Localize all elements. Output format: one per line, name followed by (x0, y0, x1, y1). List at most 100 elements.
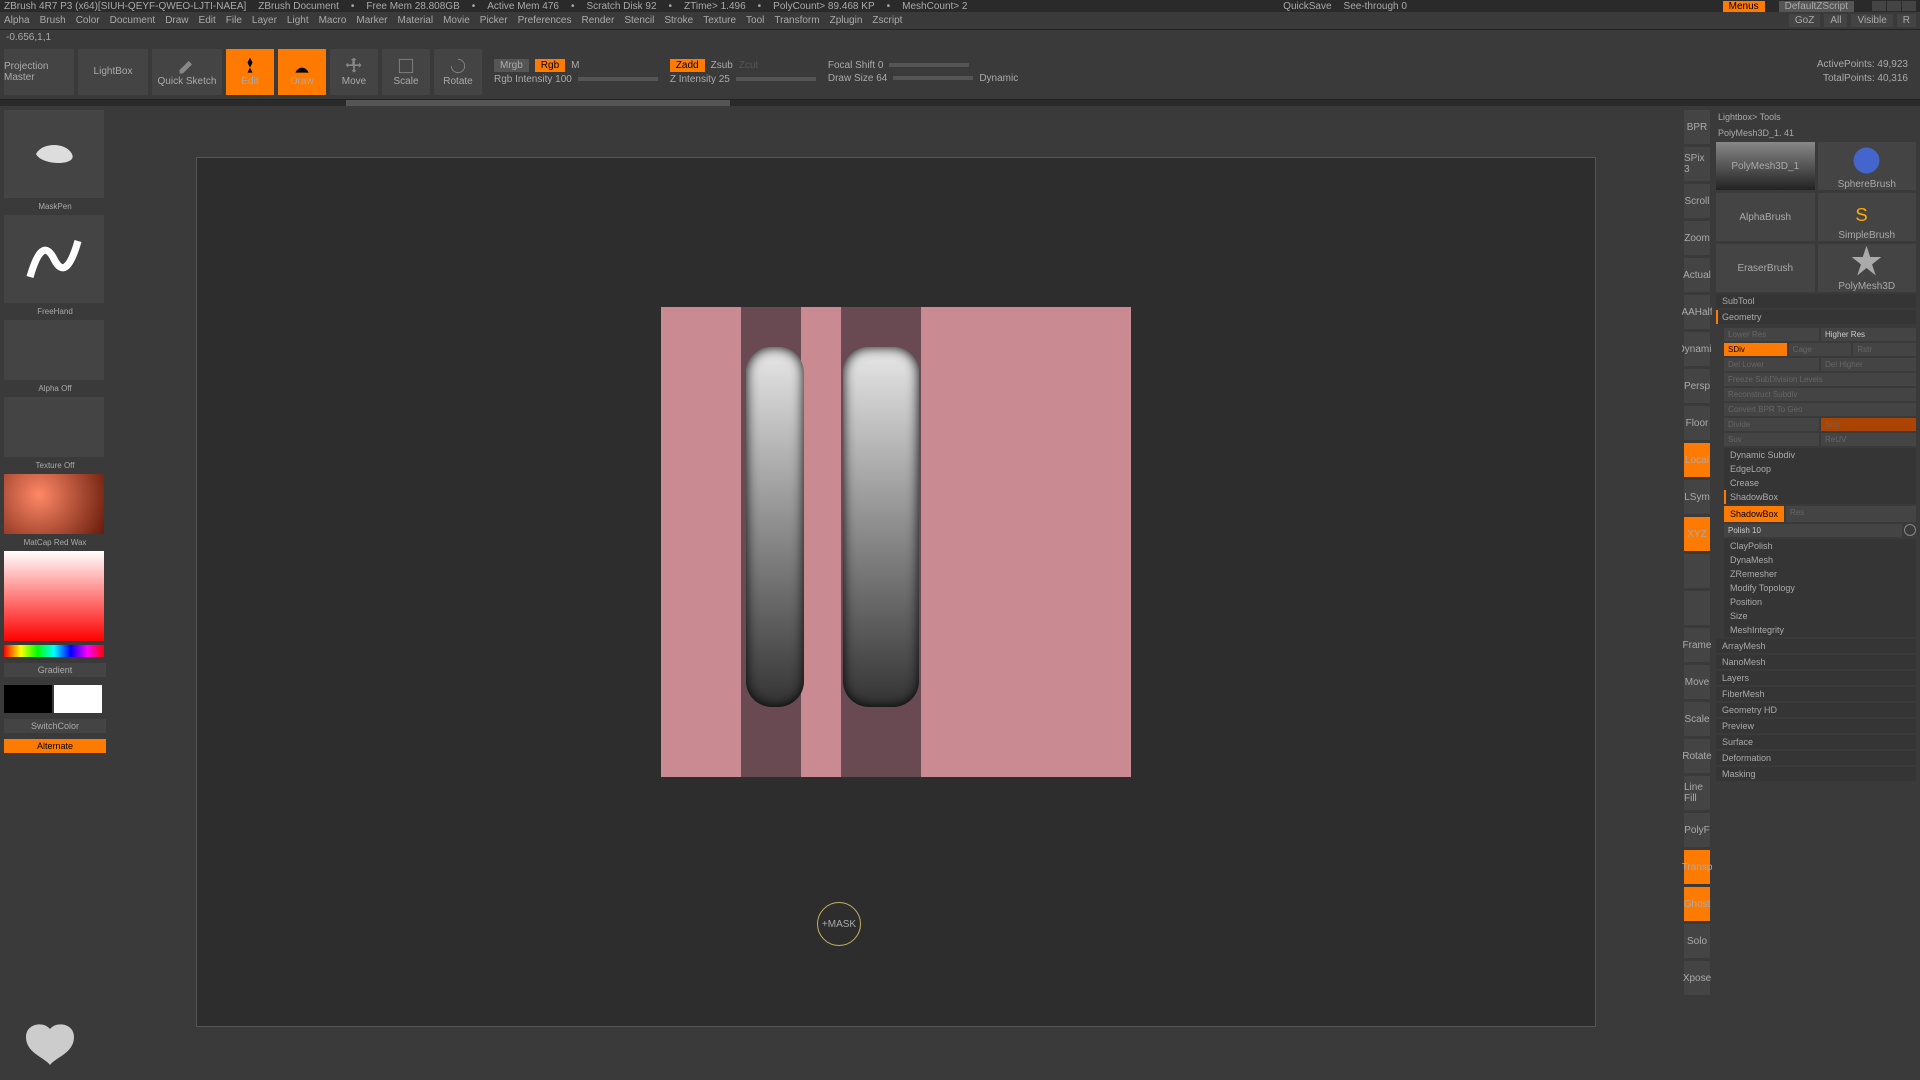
viewport[interactable]: +MASK (196, 157, 1596, 1027)
z-intensity-track[interactable] (736, 77, 816, 81)
transp-button[interactable]: Transp (1684, 850, 1710, 884)
zcut-button[interactable]: Zcut (739, 60, 758, 71)
goz-button[interactable]: GoZ (1789, 14, 1820, 27)
shadowbox-section[interactable]: ShadowBox (1724, 490, 1916, 504)
cage-button[interactable]: Cage (1789, 343, 1852, 356)
lightbox-tools-header[interactable]: Lightbox> Tools (1716, 110, 1916, 124)
dynamesh-section[interactable]: DynaMesh (1724, 553, 1916, 567)
menus-button[interactable]: Menus (1723, 1, 1765, 12)
focal-shift-slider[interactable]: Focal Shift 0 (828, 60, 884, 71)
color-picker[interactable] (4, 551, 104, 641)
modify-topology-section[interactable]: Modify Topology (1724, 581, 1916, 595)
projection-master-button[interactable]: Projection Master (4, 49, 74, 95)
surface-section[interactable]: Surface (1716, 735, 1916, 749)
menu-movie[interactable]: Movie (443, 15, 470, 26)
meshintegrity-section[interactable]: MeshIntegrity (1724, 623, 1916, 637)
bpr-button[interactable]: BPR (1684, 110, 1710, 144)
suv-button[interactable]: Suv (1724, 433, 1819, 446)
texture-slot[interactable] (4, 397, 104, 457)
solo-button[interactable]: Solo (1684, 924, 1710, 958)
masking-section[interactable]: Masking (1716, 767, 1916, 781)
scroll-button[interactable]: Scroll (1684, 184, 1710, 218)
stroke-slot[interactable] (4, 215, 104, 303)
size-section[interactable]: Size (1724, 609, 1916, 623)
reuv-button[interactable]: ReUV (1821, 433, 1916, 446)
close-button[interactable] (1902, 1, 1916, 11)
seethrough-slider[interactable]: See-through 0 (1344, 1, 1407, 12)
lightbox-button[interactable]: LightBox (78, 49, 148, 95)
nav-button-2[interactable] (1684, 591, 1710, 625)
scale-button[interactable]: Scale (382, 49, 430, 95)
zadd-button[interactable]: Zadd (670, 59, 705, 72)
claypolish-section[interactable]: ClayPolish (1724, 539, 1916, 553)
rotate-button[interactable]: Rotate (434, 49, 482, 95)
menu-macro[interactable]: Macro (319, 15, 347, 26)
fibermesh-section[interactable]: FiberMesh (1716, 687, 1916, 701)
quicksketch-button[interactable]: Quick Sketch (152, 49, 222, 95)
tool-thumb-3[interactable]: SSimpleBrush (1818, 193, 1917, 241)
position-section[interactable]: Position (1724, 595, 1916, 609)
menu-preferences[interactable]: Preferences (518, 15, 572, 26)
minimize-button[interactable] (1872, 1, 1886, 11)
menu-material[interactable]: Material (398, 15, 434, 26)
polyf-button[interactable]: PolyF (1684, 813, 1710, 847)
nav-button-1[interactable] (1684, 554, 1710, 588)
menu-stencil[interactable]: Stencil (624, 15, 654, 26)
nanomesh-section[interactable]: NanoMesh (1716, 655, 1916, 669)
material-slot[interactable] (4, 474, 104, 534)
swatch-black[interactable] (4, 685, 52, 713)
menu-document[interactable]: Document (110, 15, 156, 26)
menu-zplugin[interactable]: Zplugin (830, 15, 863, 26)
menu-picker[interactable]: Picker (480, 15, 508, 26)
tool-thumb-0[interactable]: PolyMesh3D_1 (1716, 142, 1815, 190)
menu-transform[interactable]: Transform (774, 15, 819, 26)
spix-slider[interactable]: SPix 3 (1684, 147, 1710, 181)
xpose-button[interactable]: Xpose (1684, 961, 1710, 995)
swatch-white[interactable] (54, 685, 102, 713)
tool-thumb-2[interactable]: AlphaBrush (1716, 193, 1815, 241)
goz-r-button[interactable]: R (1897, 14, 1916, 27)
move-button[interactable]: Move (330, 49, 378, 95)
brush-slot[interactable] (4, 110, 104, 198)
xyz-button[interactable]: XYZ (1684, 517, 1710, 551)
quicksave-button[interactable]: QuickSave (1283, 1, 1331, 12)
res-slider[interactable]: Res (1786, 506, 1916, 522)
zoom-button[interactable]: Zoom (1684, 221, 1710, 255)
smt-button[interactable]: Smt (1821, 418, 1916, 431)
actual-button[interactable]: Actual (1684, 258, 1710, 292)
ghost-button[interactable]: Ghost (1684, 887, 1710, 921)
zremesher-section[interactable]: ZRemesher (1724, 567, 1916, 581)
rgb-intensity-track[interactable] (578, 77, 658, 81)
convert-bpr-button[interactable]: Convert BPR To Geo (1724, 403, 1916, 416)
alternate-button[interactable]: Alternate (4, 739, 106, 753)
sdiv-slider[interactable]: SDiv (1724, 343, 1787, 356)
menu-file[interactable]: File (226, 15, 242, 26)
rgb-intensity-slider[interactable]: Rgb Intensity 100 (494, 74, 572, 85)
rstr-button[interactable]: Rstr (1853, 343, 1916, 356)
dynamic-toggle[interactable]: Dynamic (979, 73, 1018, 84)
zsub-button[interactable]: Zsub (711, 60, 733, 71)
del-lower-button[interactable]: Del Lower (1724, 358, 1819, 371)
aahalf-button[interactable]: AAHalf (1684, 295, 1710, 329)
layers-section[interactable]: Layers (1716, 671, 1916, 685)
focal-shift-track[interactable] (889, 63, 969, 67)
floor-button[interactable]: Floor (1684, 406, 1710, 440)
menu-alpha[interactable]: Alpha (4, 15, 30, 26)
preview-section[interactable]: Preview (1716, 719, 1916, 733)
menu-texture[interactable]: Texture (703, 15, 736, 26)
polish-mode-toggle[interactable] (1904, 524, 1916, 536)
tool-thumb-4[interactable]: EraserBrush (1716, 244, 1815, 292)
del-higher-button[interactable]: Del Higher (1821, 358, 1916, 371)
defaultzscript-button[interactable]: DefaultZScript (1779, 1, 1854, 12)
menu-edit[interactable]: Edit (199, 15, 216, 26)
local-button[interactable]: Local (1684, 443, 1710, 477)
draw-size-slider[interactable]: Draw Size 64 (828, 73, 887, 84)
goz-visible-button[interactable]: Visible (1851, 14, 1892, 27)
crease-section[interactable]: Crease (1724, 476, 1916, 490)
lsym-button[interactable]: LSym (1684, 480, 1710, 514)
goz-all-button[interactable]: All (1824, 14, 1847, 27)
menu-draw[interactable]: Draw (165, 15, 188, 26)
frame-button[interactable]: Frame (1684, 628, 1710, 662)
move-nav-button[interactable]: Move (1684, 665, 1710, 699)
draw-size-track[interactable] (893, 76, 973, 80)
